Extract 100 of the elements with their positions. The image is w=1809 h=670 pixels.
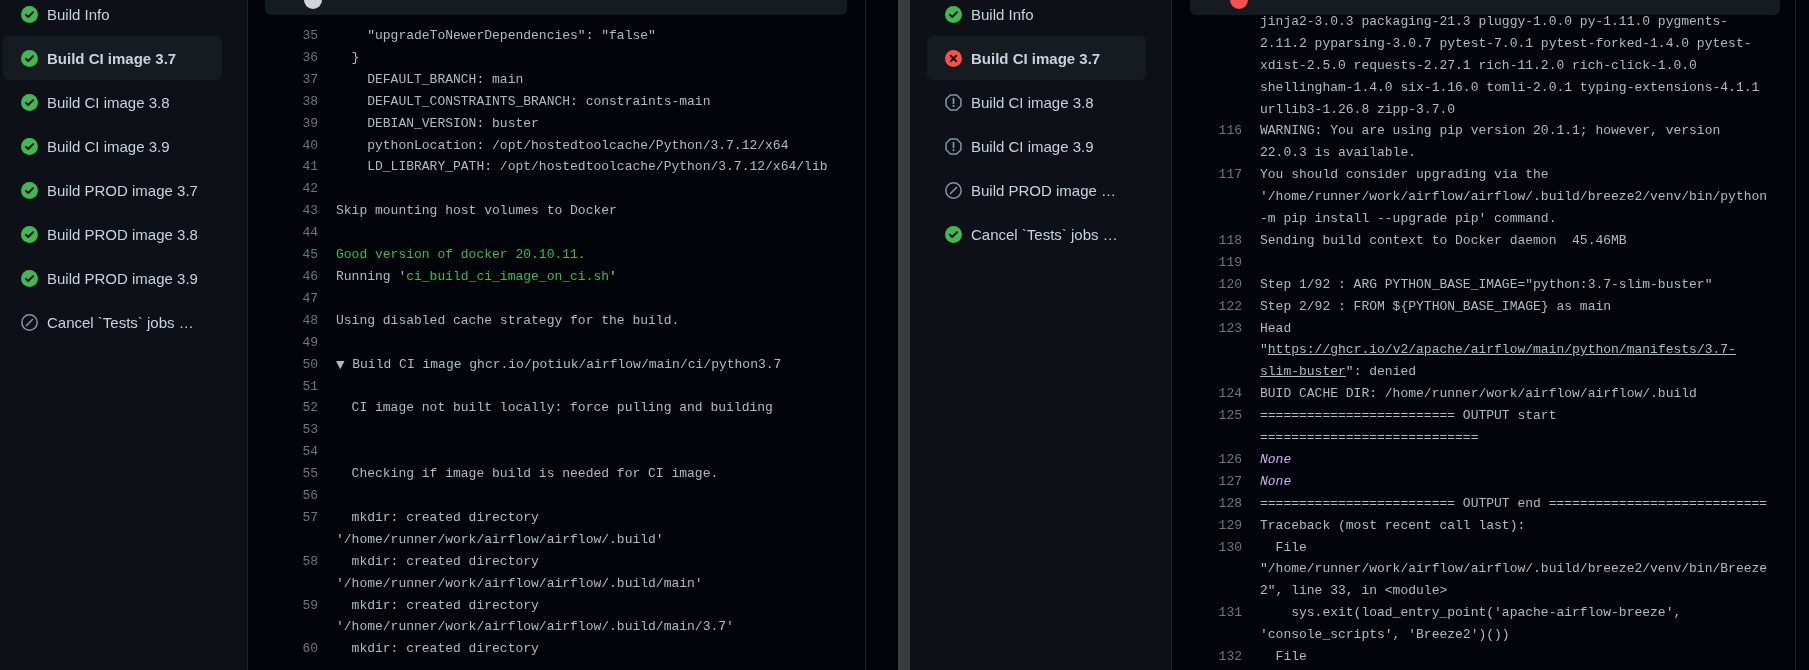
log-text: BUID CACHE DIR: /home/runner/work/airflow/airflow/.build xyxy=(1260,385,1697,404)
line-number: 46 xyxy=(301,267,318,286)
log-text: Sending build context to Docker daemon 45.46MB xyxy=(1260,231,1627,250)
check-circle-icon xyxy=(21,269,38,287)
stop-octagon-icon xyxy=(945,137,962,155)
log-text: jinja2-3.0.3 packaging-21.3 pluggy-1.0.0 py-1.11.0 pygments- 2.11.2 pyparsing-3.0.7 pytest-7.0.1 pytest-forked-1.4.0 pytest- xdist-2.5.0 requests-2.27.1 rich-11.2.0 rich-click-1.0.0 shellingham-1.4.0 six-1.16.0 tomli-2.0.1 typing-extensions-4.1.1 urllib3-1.26.8 zipp-3.7.0 xyxy=(1260,13,1760,119)
check-circle-icon xyxy=(945,225,962,243)
job-item[interactable]: Cancel `Tests` jobs … xyxy=(3,300,222,344)
log-text: WARNING: You are using pip version 20.1.1; however, version 22.0.3 is available. xyxy=(1260,122,1721,163)
line-number: 127 xyxy=(1217,472,1242,491)
log-text: CI image not built locally: force pulling and building xyxy=(350,399,773,418)
line-number: 53 xyxy=(301,421,318,440)
line-number: 41 xyxy=(301,158,318,177)
line-number: 58 xyxy=(301,552,318,571)
check-circle-icon xyxy=(21,5,38,23)
line-number: 120 xyxy=(1217,275,1242,294)
log-text: Running 'ci_build_ci_image_on_ci.sh' xyxy=(336,267,617,286)
log-text: mkdir: created directory xyxy=(350,640,539,659)
line-number: 55 xyxy=(301,465,318,484)
log-text: DEFAULT_CONSTRAINTS_BRANCH: constraints-main xyxy=(366,92,711,111)
log-text: DEFAULT_BRANCH: main xyxy=(366,70,524,89)
log-text: Step 2/92 : FROM ${PYTHON_BASE_IMAGE} as main xyxy=(1260,297,1612,316)
line-number: 40 xyxy=(301,136,318,155)
log-text: Traceback (most recent call last): xyxy=(1260,516,1526,535)
line-number: 118 xyxy=(1217,231,1242,250)
job-item[interactable]: Build Info xyxy=(927,0,1146,36)
log-text: "upgradeToNewerDependencies": "false" xyxy=(366,27,656,45)
job-item[interactable]: Build PROD image 3.7 xyxy=(3,168,222,212)
line-number: 117 xyxy=(1217,166,1242,185)
check-circle-icon xyxy=(21,93,38,111)
line-number: 124 xyxy=(1217,385,1242,404)
line-number: 122 xyxy=(1217,297,1242,316)
log-text: Skip mounting host volumes to Docker xyxy=(336,202,617,221)
x-circle-icon xyxy=(945,49,962,67)
job-item[interactable]: Build PROD image 3.9 xyxy=(3,256,222,300)
check-circle-icon xyxy=(21,181,38,199)
log-text: } xyxy=(350,48,360,67)
line-number: 42 xyxy=(301,180,318,199)
check-circle-icon xyxy=(21,49,38,67)
line-number: 128 xyxy=(1217,494,1242,513)
step-header[interactable] xyxy=(1190,0,1780,15)
line-number: 123 xyxy=(1217,319,1242,338)
line-number: 51 xyxy=(301,377,318,396)
skipped-circle-icon xyxy=(21,313,38,331)
job-item[interactable]: Cancel `Tests` jobs … xyxy=(927,212,1146,256)
line-number: 50 xyxy=(301,355,318,374)
job-item[interactable]: Build Info xyxy=(3,0,222,36)
line-number: 131 xyxy=(1217,604,1242,623)
job-item[interactable]: Build CI image 3.9 xyxy=(927,124,1146,168)
line-number: 59 xyxy=(301,596,318,615)
line-number: 47 xyxy=(301,289,318,308)
log-text: ========================= OUTPUT start ============================ xyxy=(1260,407,1557,447)
job-item[interactable]: Build CI image 3.8 xyxy=(927,80,1146,124)
line-number: 125 xyxy=(1217,407,1242,426)
check-circle-icon xyxy=(21,225,38,243)
log-text: You should consider upgrading via the '/home/runner/work/airflow/airflow/.build/breeze2/venv/bin/python -m pip install --upgrade pip' command. xyxy=(1260,166,1768,228)
log-text: Step 1/92 : ARG PYTHON_BASE_IMAGE="python:3.7-slim-buster" xyxy=(1260,275,1713,294)
log-text: File xyxy=(1274,647,1307,666)
check-circle-icon xyxy=(21,137,38,155)
log-link[interactable]: slim-buster xyxy=(1260,364,1346,380)
log-text: Checking if image build is needed for CI image. xyxy=(350,465,719,484)
line-number: 52 xyxy=(301,399,318,418)
job-item[interactable]: Build CI image 3.9 xyxy=(3,124,222,168)
line-number: 60 xyxy=(301,640,318,659)
line-number: 48 xyxy=(301,311,318,330)
log-link[interactable]: https://ghcr.io/v2/apache/airflow/main/python/manifests/3.7- xyxy=(1267,342,1736,358)
log-text: LD_LIBRARY_PATH: /opt/hostedtoolcache/Python/3.7.12/x64/lib xyxy=(366,158,828,177)
line-number: 43 xyxy=(301,202,318,221)
step-header[interactable] xyxy=(265,0,847,15)
line-number: 35 xyxy=(301,27,318,45)
stop-octagon-icon xyxy=(945,93,962,111)
line-number: 45 xyxy=(301,246,318,265)
line-number: 49 xyxy=(301,333,318,352)
check-circle-icon xyxy=(945,5,962,23)
log-text: DEBIAN_VERSION: buster xyxy=(366,114,539,133)
line-number: 38 xyxy=(301,92,318,111)
job-item[interactable]: Build CI image 3.7 xyxy=(3,36,222,80)
log-text: None xyxy=(1260,472,1292,491)
skipped-circle-icon xyxy=(945,181,962,199)
line-number: 126 xyxy=(1217,450,1242,469)
job-item[interactable]: Build PROD image 3.8 xyxy=(3,212,222,256)
log-text: None xyxy=(1260,450,1292,469)
log-text: sys.exit(load_entry_point('apache-airflow-breeze', 'console_scripts', 'Breeze2')()) xyxy=(1260,604,1682,645)
line-number: 37 xyxy=(301,70,318,89)
job-item[interactable]: Build PROD image … xyxy=(927,168,1146,212)
log-text: ========================= OUTPUT end ============================ xyxy=(1260,494,1768,513)
line-number: 56 xyxy=(301,487,318,506)
line-number: 54 xyxy=(301,443,318,462)
line-number: 44 xyxy=(301,224,318,243)
job-item[interactable]: Build CI image 3.7 xyxy=(927,36,1146,80)
log-text: Good version of docker 20.10.11. xyxy=(336,246,586,265)
log-text: Head "https://ghcr.io/v2/apache/airflow/main/python/manifests/3.7- slim-buster": denied xyxy=(1260,319,1736,382)
line-number: 57 xyxy=(301,508,318,527)
line-number: 130 xyxy=(1217,538,1242,557)
line-number: 132 xyxy=(1217,647,1242,666)
job-item[interactable]: Build CI image 3.8 xyxy=(3,80,222,124)
line-number: 36 xyxy=(301,48,318,67)
line-number: 116 xyxy=(1217,122,1242,141)
log-text: pythonLocation: /opt/hostedtoolcache/Python/3.7.12/x64 xyxy=(366,136,789,155)
line-number: 119 xyxy=(1217,253,1242,272)
